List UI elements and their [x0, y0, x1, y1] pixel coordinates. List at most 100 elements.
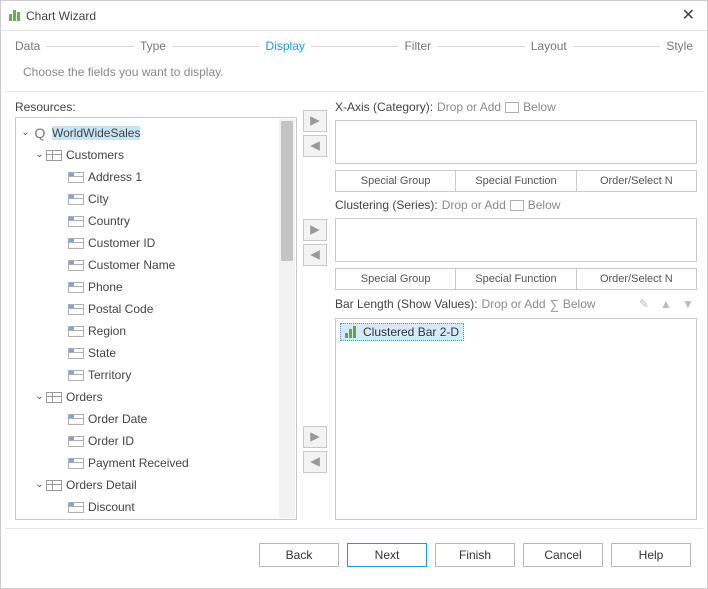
caret-down-icon[interactable]: ⌄: [20, 127, 31, 138]
tree-field[interactable]: Discount: [16, 496, 296, 518]
clustering-drop-zone[interactable]: [335, 218, 697, 262]
tree-field[interactable]: Payment Received: [16, 452, 296, 474]
step-layout[interactable]: Layout: [531, 39, 567, 53]
sigma-icon: ∑: [550, 297, 559, 312]
step-separator: [437, 46, 525, 47]
scrollbar-thumb[interactable]: [281, 121, 293, 261]
clustering-zone-buttons: Special Group Special Function Order/Sel…: [335, 268, 697, 290]
field-icon: [67, 236, 85, 250]
field-icon: [510, 200, 524, 211]
tree-field[interactable]: Phone: [16, 276, 296, 298]
xaxis-special-function-button[interactable]: Special Function: [456, 170, 576, 192]
tree-group[interactable]: ⌄ Orders: [16, 386, 296, 408]
field-icon: [505, 102, 519, 113]
field-icon: [67, 258, 85, 272]
query-icon: Q: [31, 126, 49, 140]
window-title: Chart Wizard: [26, 9, 678, 23]
field-icon: [67, 170, 85, 184]
step-separator: [46, 46, 134, 47]
table-icon: [45, 148, 63, 162]
add-to-values-button[interactable]: [303, 426, 327, 448]
tree-field[interactable]: State: [16, 342, 296, 364]
xaxis-order-select-n-button[interactable]: Order/Select N: [577, 170, 697, 192]
step-filter[interactable]: Filter: [404, 39, 431, 53]
bar-chart-icon: [345, 326, 359, 338]
field-icon: [67, 346, 85, 360]
clustering-zone-label: Clustering (Series): Drop or Add Below: [335, 198, 697, 212]
tree-field[interactable]: Territory: [16, 364, 296, 386]
remove-from-clustering-button[interactable]: [303, 244, 327, 266]
xaxis-zone-label: X-Axis (Category): Drop or Add Below: [335, 100, 697, 114]
help-button[interactable]: Help: [611, 543, 691, 567]
xaxis-zone-buttons: Special Group Special Function Order/Sel…: [335, 170, 697, 192]
tree-group-label: Customers: [66, 148, 124, 162]
scrollbar[interactable]: [279, 119, 295, 518]
tree-group[interactable]: ⌄ Orders Detail: [16, 474, 296, 496]
xaxis-special-group-button[interactable]: Special Group: [335, 170, 456, 192]
next-button[interactable]: Next: [347, 543, 427, 567]
wizard-steps: Data Type Display Filter Layout Style: [1, 31, 707, 61]
remove-from-xaxis-button[interactable]: [303, 135, 327, 157]
tree-field[interactable]: Customer ID: [16, 232, 296, 254]
field-icon: [67, 214, 85, 228]
field-icon: [67, 368, 85, 382]
field-icon: [67, 280, 85, 294]
clustering-order-select-n-button[interactable]: Order/Select N: [577, 268, 697, 290]
field-icon: [67, 456, 85, 470]
field-icon: [67, 302, 85, 316]
step-separator: [311, 46, 399, 47]
remove-from-values-button[interactable]: [303, 451, 327, 473]
cancel-button[interactable]: Cancel: [523, 543, 603, 567]
resources-label: Resources:: [15, 100, 297, 114]
step-separator: [573, 46, 661, 47]
tree-field[interactable]: City: [16, 188, 296, 210]
field-icon: [67, 324, 85, 338]
field-icon: [67, 500, 85, 514]
step-style[interactable]: Style: [666, 39, 693, 53]
tree-field[interactable]: Postal Code: [16, 298, 296, 320]
tree-group-label: Orders Detail: [66, 478, 137, 492]
value-item-label: Clustered Bar 2-D: [363, 325, 459, 339]
tree-field[interactable]: Address 1: [16, 166, 296, 188]
step-subtitle: Choose the fields you want to display.: [1, 61, 707, 91]
tree-field[interactable]: Country: [16, 210, 296, 232]
close-icon[interactable]: ✕: [678, 8, 699, 24]
field-icon: [67, 434, 85, 448]
title-bar: Chart Wizard ✕: [1, 1, 707, 31]
edit-value-button[interactable]: ✎: [635, 296, 653, 312]
values-zone-label: Bar Length (Show Values): Drop or Add ∑ …: [335, 296, 697, 312]
add-to-clustering-button[interactable]: [303, 219, 327, 241]
tree-group-label: Orders: [66, 390, 103, 404]
table-icon: [45, 390, 63, 404]
xaxis-drop-zone[interactable]: [335, 120, 697, 164]
caret-down-icon[interactable]: ⌄: [34, 149, 45, 160]
back-button[interactable]: Back: [259, 543, 339, 567]
move-up-button[interactable]: ▲: [657, 296, 675, 312]
step-separator: [172, 46, 260, 47]
step-display[interactable]: Display: [266, 39, 305, 53]
caret-down-icon[interactable]: ⌄: [34, 479, 45, 490]
add-to-xaxis-button[interactable]: [303, 110, 327, 132]
resources-tree[interactable]: ⌄ Q WorldWideSales ⌄ Customers Address 1…: [15, 117, 297, 520]
clustering-special-function-button[interactable]: Special Function: [456, 268, 576, 290]
tree-field[interactable]: Customer Name: [16, 254, 296, 276]
field-icon: [67, 192, 85, 206]
wizard-footer: Back Next Finish Cancel Help: [1, 529, 707, 583]
step-type[interactable]: Type: [140, 39, 166, 53]
move-down-button[interactable]: ▼: [679, 296, 697, 312]
tree-field[interactable]: Order Date: [16, 408, 296, 430]
tree-root-label: WorldWideSales: [52, 126, 140, 140]
tree-root[interactable]: ⌄ Q WorldWideSales: [16, 122, 296, 144]
tree-group[interactable]: ⌄ Customers: [16, 144, 296, 166]
finish-button[interactable]: Finish: [435, 543, 515, 567]
caret-down-icon[interactable]: ⌄: [34, 391, 45, 402]
step-data[interactable]: Data: [15, 39, 40, 53]
app-icon: [9, 10, 20, 21]
tree-field[interactable]: Region: [16, 320, 296, 342]
tree-field[interactable]: Order ID: [16, 430, 296, 452]
field-icon: [67, 412, 85, 426]
table-icon: [45, 478, 63, 492]
clustering-special-group-button[interactable]: Special Group: [335, 268, 456, 290]
value-item[interactable]: Clustered Bar 2-D: [340, 323, 464, 341]
values-drop-zone[interactable]: Clustered Bar 2-D: [335, 318, 697, 520]
